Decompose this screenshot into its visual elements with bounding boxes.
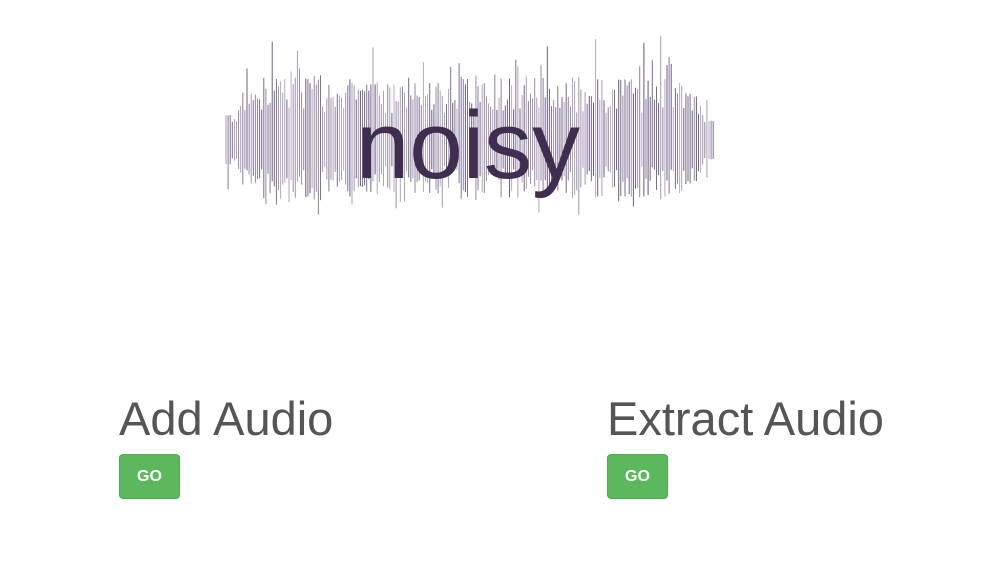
extract-audio-go-button[interactable]: GO bbox=[607, 454, 668, 499]
add-audio-heading: Add Audio bbox=[119, 392, 334, 445]
extract-audio-section: Extract Audio GO bbox=[607, 388, 884, 499]
extract-audio-heading: Extract Audio bbox=[607, 392, 884, 445]
noisy-logo: noisy bbox=[222, 28, 718, 254]
add-audio-go-button[interactable]: GO bbox=[119, 454, 180, 499]
add-audio-section: Add Audio GO bbox=[119, 388, 333, 499]
logo-wordmark: noisy bbox=[356, 92, 580, 199]
